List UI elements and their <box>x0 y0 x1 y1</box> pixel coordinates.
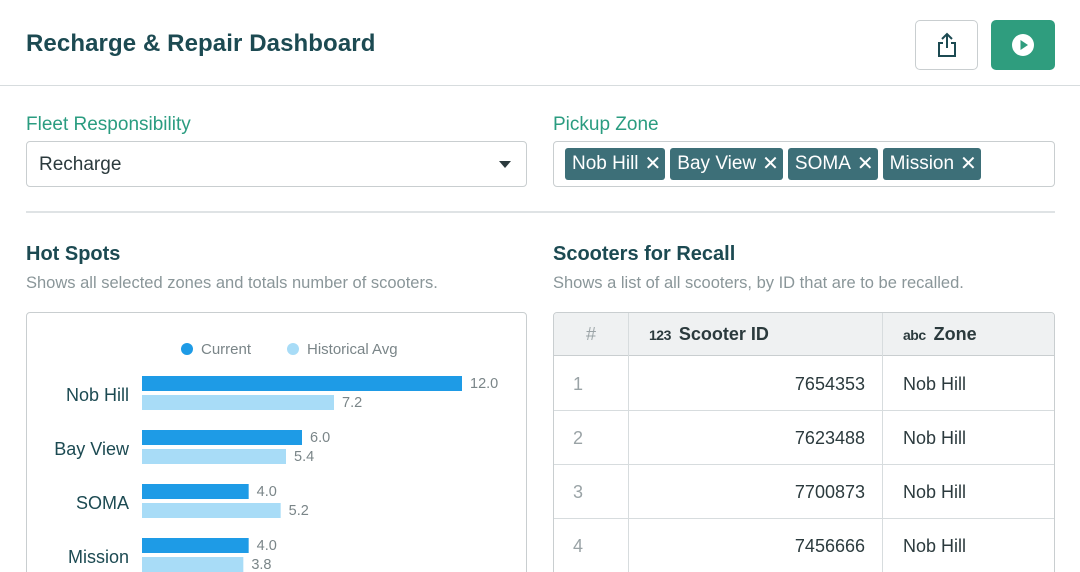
bar-historical-avg-bay-view <box>142 449 286 464</box>
bar-historical-avg-mission <box>142 557 244 572</box>
zone-chip-label: SOMA <box>794 153 851 174</box>
data-label-historical-avg-soma: 5.2 <box>289 503 309 519</box>
zone-chip-label: Mission <box>889 153 955 174</box>
category-label-mission: Mission <box>68 547 129 567</box>
data-label-historical-avg-nob-hill: 7.2 <box>342 395 362 411</box>
play-circle-icon <box>1012 34 1034 56</box>
recall-table: # 123 Scooter ID abc Zone 1 7654353 Nob … <box>553 312 1055 572</box>
data-label-historical-avg-mission: 3.8 <box>251 557 271 572</box>
share-icon <box>937 32 956 57</box>
column-divider <box>628 313 629 572</box>
scooter-id-cell: 7654353 <box>794 373 865 394</box>
zone-chip-soma[interactable]: SOMA ✕ <box>787 148 878 180</box>
table-header: # 123 Scooter ID abc Zone <box>554 313 1054 356</box>
zone-chip-bay-view[interactable]: Bay View ✕ <box>670 148 783 180</box>
pickup-zone-multiselect[interactable]: Nob Hill ✕ Bay View ✕ SOMA ✕ Mission ✕ <box>553 141 1055 187</box>
close-icon[interactable]: ✕ <box>762 154 779 174</box>
zone-cell: Nob Hill <box>903 481 967 502</box>
zone-chip-label: Bay View <box>677 153 757 174</box>
bar-historical-avg-soma <box>142 503 281 518</box>
share-button[interactable] <box>915 20 978 70</box>
scooter-id-cell: 7623488 <box>794 427 865 448</box>
table-row[interactable]: 3 7700873 Nob Hill <box>554 465 1054 519</box>
chevron-down-icon <box>499 161 511 168</box>
bar-current-bay-view <box>142 430 302 445</box>
zone-chip-mission[interactable]: Mission ✕ <box>882 148 981 180</box>
number-type-icon: 123 <box>649 326 671 343</box>
zone-chip-label: Nob Hill <box>572 153 639 174</box>
bar-current-mission <box>142 538 249 553</box>
pickup-zone-label: Pickup Zone <box>553 114 659 135</box>
zone-cell: Nob Hill <box>903 373 967 394</box>
row-index: 3 <box>572 481 583 502</box>
zone-cell: Nob Hill <box>903 535 967 556</box>
column-divider <box>882 313 883 572</box>
section-divider <box>26 211 1055 213</box>
zone-chip-nob-hill[interactable]: Nob Hill ✕ <box>565 148 666 180</box>
column-header-index[interactable]: # <box>554 313 628 356</box>
hotspots-title: Hot Spots <box>26 243 121 265</box>
zone-cell: Nob Hill <box>903 427 967 448</box>
run-button[interactable] <box>991 20 1055 70</box>
legend-marker-current <box>181 343 193 355</box>
recall-title: Scooters for Recall <box>553 243 736 265</box>
column-header-scooter-id[interactable]: 123 Scooter ID <box>629 313 882 356</box>
header: Recharge & Repair Dashboard <box>0 0 1080 86</box>
row-index: 1 <box>572 373 583 394</box>
page-title: Recharge & Repair Dashboard <box>26 30 376 57</box>
row-index: 4 <box>572 535 583 556</box>
column-header-label: Scooter ID <box>678 324 769 344</box>
bar-current-nob-hill <box>142 376 462 391</box>
text-type-icon: abc <box>903 326 926 343</box>
fleet-responsibility-value: Recharge <box>39 154 122 175</box>
fleet-responsibility-label: Fleet Responsibility <box>26 114 191 135</box>
hotspots-description: Shows all selected zones and totals numb… <box>26 274 438 292</box>
category-label-nob-hill: Nob Hill <box>66 385 129 405</box>
legend-label-current: Current <box>201 341 252 358</box>
data-label-historical-avg-bay-view: 5.4 <box>294 449 314 465</box>
recall-description: Shows a list of all scooters, by ID that… <box>553 274 964 292</box>
category-label-soma: SOMA <box>76 493 129 513</box>
category-label-bay-view: Bay View <box>54 439 130 459</box>
data-label-current-nob-hill: 12.0 <box>470 376 498 392</box>
data-label-current-bay-view: 6.0 <box>310 430 330 446</box>
close-icon[interactable]: ✕ <box>857 154 874 174</box>
table-row[interactable]: 4 7456666 Nob Hill <box>554 519 1054 572</box>
table-row[interactable]: 1 7654353 Nob Hill <box>554 357 1054 411</box>
scooter-id-cell: 7456666 <box>794 535 865 556</box>
hotspots-bar-chart: Current Historical Avg Nob Hill 12.0 7.2 Bay … <box>54 341 498 572</box>
bar-historical-avg-nob-hill <box>142 395 334 410</box>
close-icon[interactable]: ✕ <box>960 154 977 174</box>
fleet-responsibility-select[interactable]: Recharge <box>26 141 527 187</box>
bar-current-soma <box>142 484 249 499</box>
column-header-zone[interactable]: abc Zone <box>883 313 1054 356</box>
legend-label-historical-avg: Historical Avg <box>307 341 398 358</box>
close-icon[interactable]: ✕ <box>645 154 662 174</box>
row-index: 2 <box>572 427 583 448</box>
data-label-current-mission: 4.0 <box>257 538 277 554</box>
hotspots-chart: Current Historical Avg Nob Hill 12.0 7.2 Bay … <box>26 312 527 572</box>
table-row[interactable]: 2 7623488 Nob Hill <box>554 411 1054 465</box>
scooter-id-cell: 7700873 <box>794 481 865 502</box>
column-header-label: Zone <box>933 324 977 344</box>
data-label-current-soma: 4.0 <box>257 484 277 500</box>
legend-marker-historical-avg <box>287 343 299 355</box>
